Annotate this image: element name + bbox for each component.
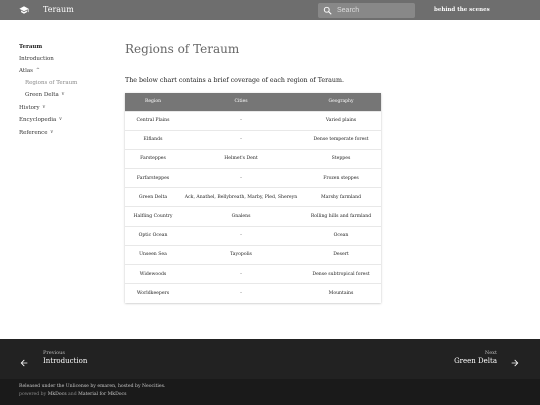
column-header-cities[interactable]: Cities bbox=[181, 93, 301, 111]
cell-cities: - bbox=[181, 110, 301, 131]
table-row: Worldkeepers - Mountains bbox=[125, 283, 381, 303]
column-header-region[interactable]: Region bbox=[125, 93, 181, 111]
search-icon[interactable] bbox=[323, 6, 332, 15]
nav-item-green-delta[interactable]: Green Delta v bbox=[19, 89, 114, 102]
cell-geography: Dense temperate forest bbox=[301, 129, 381, 150]
license-text: Released under the Unlicense by emaren, … bbox=[19, 384, 166, 389]
regions-table-container: Region Cities Geography Central Plains -… bbox=[125, 93, 381, 303]
cell-cities: - bbox=[181, 225, 301, 246]
column-header-geography[interactable]: Geography bbox=[301, 93, 381, 111]
cell-cities: - bbox=[181, 283, 301, 303]
cell-cities: Ack, Anathel, Bellybreath, Marby, Pled, … bbox=[181, 187, 301, 207]
nav-item-label: Encyclopedia bbox=[19, 117, 57, 123]
nav-item-label: History bbox=[19, 104, 40, 111]
cell-region: Unseen Sea bbox=[125, 244, 181, 265]
cell-cities: Gnalens bbox=[181, 206, 301, 227]
table-row: Elflands - Dense temperate forest bbox=[125, 129, 381, 150]
footer-nav: Previous Introduction Next Green Delta bbox=[0, 339, 540, 379]
table-row: Unseen Sea Tayopolis Desert bbox=[125, 244, 381, 265]
regions-table: Region Cities Geography Central Plains -… bbox=[125, 93, 381, 303]
search-box[interactable]: Search bbox=[318, 3, 415, 18]
cell-cities: - bbox=[181, 129, 301, 150]
page-title: Regions of Teraum bbox=[125, 42, 240, 56]
nav-item-atlas[interactable]: Atlas ^ bbox=[19, 65, 114, 78]
cell-region: Elflands bbox=[125, 129, 181, 150]
next-link[interactable]: Green Delta bbox=[454, 356, 497, 366]
powered-by-text: powered by MkDocs and Material for MkDoc… bbox=[19, 391, 126, 398]
nav-item-label: Green Delta bbox=[25, 92, 59, 98]
cell-region: Widewoods bbox=[125, 263, 181, 284]
chevron-up-icon: ^ bbox=[35, 68, 40, 73]
table-row: Green Delta Ack, Anathel, Bellybreath, M… bbox=[125, 187, 381, 207]
cell-geography: Ocean bbox=[301, 225, 381, 246]
cell-region: Farsteppes bbox=[125, 148, 181, 169]
cell-geography: Steppes bbox=[301, 148, 381, 169]
cell-region: Optic Ocean bbox=[125, 225, 181, 246]
nav-item-history[interactable]: History v bbox=[19, 102, 114, 115]
cell-geography: Rolling hills and farmland bbox=[301, 206, 381, 227]
chevron-down-icon: v bbox=[61, 92, 65, 97]
footer-meta: Released under the Unlicense by emaren, … bbox=[0, 379, 540, 405]
mkdocs-link[interactable]: MkDocs bbox=[48, 392, 67, 397]
top-header: Teraum Search behind the scenes bbox=[0, 0, 540, 20]
table-row: Halfling Country Gnalens Rolling hills a… bbox=[125, 206, 381, 227]
table-row: Farsteppes Helmet's Dent Steppes bbox=[125, 148, 381, 169]
table-row: Farfarsteppes - Frozen steppes bbox=[125, 168, 381, 188]
nav-item-regions-of-teraum[interactable]: Regions of Teraum bbox=[19, 78, 114, 90]
nav-item-label: Regions of Teraum bbox=[25, 79, 78, 86]
cell-region: Farfarsteppes bbox=[125, 168, 181, 188]
powered-prefix: powered by bbox=[19, 392, 47, 397]
chevron-down-icon: v bbox=[50, 129, 53, 135]
cell-region: Green Delta bbox=[125, 187, 181, 207]
cell-region: Halfling Country bbox=[125, 206, 181, 227]
chevron-down-icon: v bbox=[59, 117, 62, 122]
cell-cities: Helmet's Dent bbox=[181, 148, 301, 169]
intro-paragraph: The below chart contains a brief coverag… bbox=[125, 77, 344, 84]
behind-the-scenes-link[interactable]: behind the scenes bbox=[434, 5, 490, 15]
chevron-down-icon: v bbox=[42, 104, 46, 110]
cell-geography: Marshy farmland bbox=[301, 187, 381, 207]
search-input[interactable]: Search bbox=[337, 4, 359, 17]
nav-item-label: Atlas bbox=[19, 68, 33, 74]
cell-cities: - bbox=[181, 168, 301, 188]
arrow-right-icon[interactable] bbox=[510, 358, 520, 368]
cell-region: Central Plains bbox=[125, 110, 181, 131]
sidebar-nav: Teraum Introduction Atlas ^ Regions of Te… bbox=[19, 42, 114, 139]
arrow-left-icon[interactable] bbox=[19, 358, 29, 368]
cell-geography: Varied plains bbox=[301, 110, 381, 131]
table-header-row: Region Cities Geography bbox=[125, 93, 381, 111]
cell-geography: Frozen steppes bbox=[301, 168, 381, 188]
cell-geography: Desert bbox=[301, 244, 381, 265]
previous-link[interactable]: Introduction bbox=[43, 356, 87, 366]
cell-cities: - bbox=[181, 263, 301, 284]
nav-item-label: Reference bbox=[19, 129, 48, 136]
cell-geography: Dense subtropical forest bbox=[301, 263, 381, 284]
table-row: Widewoods - Dense subtropical forest bbox=[125, 263, 381, 284]
powered-and: and bbox=[68, 392, 77, 397]
nav-item-reference[interactable]: Reference v bbox=[19, 127, 114, 140]
cell-geography: Mountains bbox=[301, 283, 381, 303]
table-row: Central Plains - Varied plains bbox=[125, 110, 381, 131]
table-row: Optic Ocean - Ocean bbox=[125, 225, 381, 246]
material-for-mkdocs-link[interactable]: Material for MkDocs bbox=[78, 392, 126, 397]
cell-region: Worldkeepers bbox=[125, 283, 181, 303]
graduation-cap-icon[interactable] bbox=[19, 5, 29, 15]
nav-item-label: Introduction bbox=[19, 55, 54, 62]
nav-item-encyclopedia[interactable]: Encyclopedia v bbox=[19, 114, 114, 127]
cell-cities: Tayopolis bbox=[181, 244, 301, 265]
site-title[interactable]: Teraum bbox=[43, 3, 74, 17]
nav-item-introduction[interactable]: Introduction bbox=[19, 54, 114, 66]
nav-title[interactable]: Teraum bbox=[19, 42, 114, 54]
